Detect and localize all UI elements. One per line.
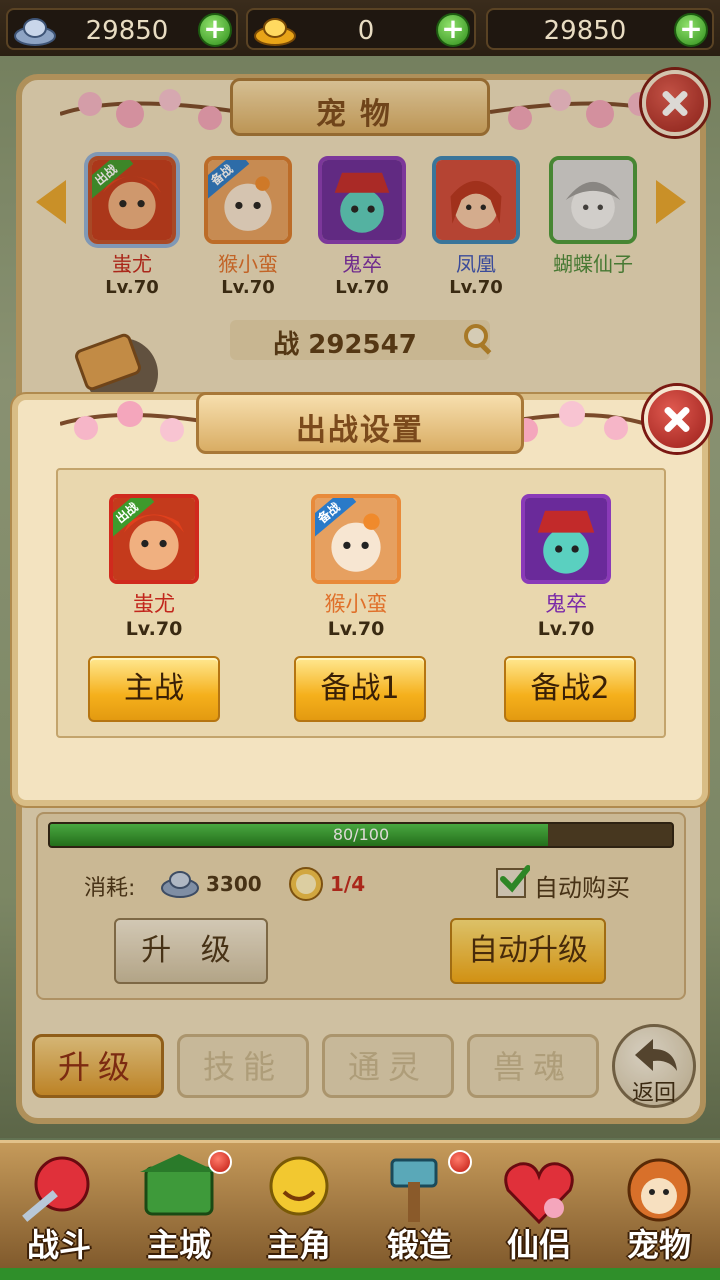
close-dialog-button[interactable] [644,386,710,452]
dialog-title-banner: 出战设置 [196,392,524,454]
coin-currency: 29850 + [486,8,714,50]
pet-level: Lv.70 [125,618,183,640]
dialog-title: 出战设置 [296,413,424,448]
gold-ingot-icon [254,18,296,46]
deploy-slot-standby-2[interactable]: 鬼卒 Lv.70 [506,494,626,640]
nav-battle-label: 战斗 [26,1226,91,1264]
pet-name: 蚩尤 [133,592,175,616]
add-coin-button[interactable]: + [674,13,708,47]
silver-amount: 29850 [85,16,169,46]
pet-name: 鬼卒 [545,592,587,616]
pet-portrait [521,494,611,584]
add-gold-button[interactable]: + [436,13,470,47]
nav-pet-label: 宠物 [626,1226,691,1264]
add-silver-button[interactable]: + [198,13,232,47]
gold-amount: 0 [357,16,375,46]
nav-forge-label: 锻造 [386,1226,451,1264]
nav-forge[interactable]: 锻造 [364,1148,474,1270]
nav-partner-label: 仙侣 [506,1226,571,1264]
nav-battle[interactable]: 战斗 [4,1148,114,1270]
deploy-slot-standby-1[interactable]: 备战 猴小蛮 Lv.70 [296,494,416,640]
nav-city-label: 主城 [146,1226,211,1264]
nav-pet[interactable]: 宠物 [604,1148,714,1270]
currency-bar: 29850 + 0 + 29850 + [0,0,720,56]
nav-hero-label: 主角 [266,1226,331,1264]
nav-city[interactable]: 主城 [124,1148,234,1270]
deploy-slot-main[interactable]: 出战 蚩尤 Lv.70 [94,494,214,640]
bottom-status-strip [0,1268,720,1280]
nav-hero[interactable]: 主角 [244,1148,354,1270]
notification-dot-icon [448,1150,472,1174]
silver-currency: 29850 + [6,8,238,50]
set-standby-1-button[interactable]: 备战1 [294,656,426,722]
ghost-soldier-portrait-icon [525,498,607,580]
set-main-button[interactable]: 主战 [88,656,220,722]
coin-amount: 29850 [543,16,627,46]
pet-level: Lv.70 [537,618,595,640]
set-standby-2-button[interactable]: 备战2 [504,656,636,722]
pet-portrait: 备战 [311,494,401,584]
gold-currency: 0 + [246,8,476,50]
pet-portrait: 出战 [109,494,199,584]
notification-dot-icon [208,1150,232,1174]
pet-level: Lv.70 [327,618,385,640]
nav-partner[interactable]: 仙侣 [484,1148,594,1270]
silver-ingot-icon [14,18,56,46]
pet-name: 猴小蛮 [324,592,388,616]
